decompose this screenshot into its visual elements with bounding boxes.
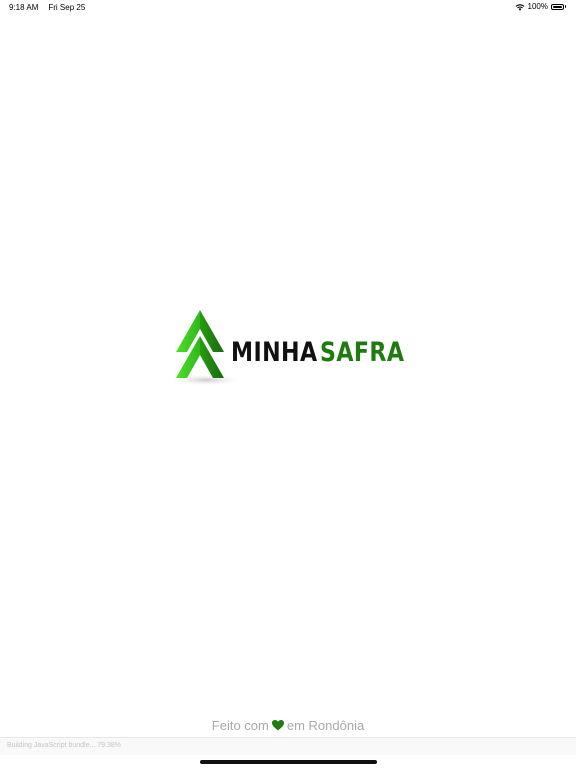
footer-credit: Feito com em Rondônia	[0, 718, 576, 733]
battery-icon	[551, 3, 566, 10]
brand-name: MINHASAFRA	[231, 339, 404, 366]
battery-fill	[553, 5, 562, 8]
status-date: Fri Sep 25	[48, 3, 86, 12]
status-time: 9:18 AM	[9, 3, 39, 12]
app-logo: MINHASAFRA	[168, 306, 408, 390]
bundle-status-text: Building JavaScript bundle... 79.38%	[7, 742, 122, 749]
footer-text-after: em Rondônia	[286, 718, 365, 733]
status-bar: 9:18 AM Fri Sep 25 100%	[0, 0, 576, 16]
brand-word-safra: SAFRA	[319, 337, 405, 368]
brand-word-minha: MINHA	[231, 337, 318, 368]
battery-percent: 100%	[527, 2, 548, 11]
status-right: 100%	[515, 2, 566, 11]
bundle-loading-bar: Building JavaScript bundle... 79.38%	[0, 737, 576, 755]
wifi-icon	[515, 3, 524, 11]
status-left: 9:18 AM Fri Sep 25	[9, 3, 85, 12]
home-indicator[interactable]	[200, 760, 377, 764]
footer-text-before: Feito com	[211, 718, 269, 733]
heart-icon	[271, 720, 284, 731]
